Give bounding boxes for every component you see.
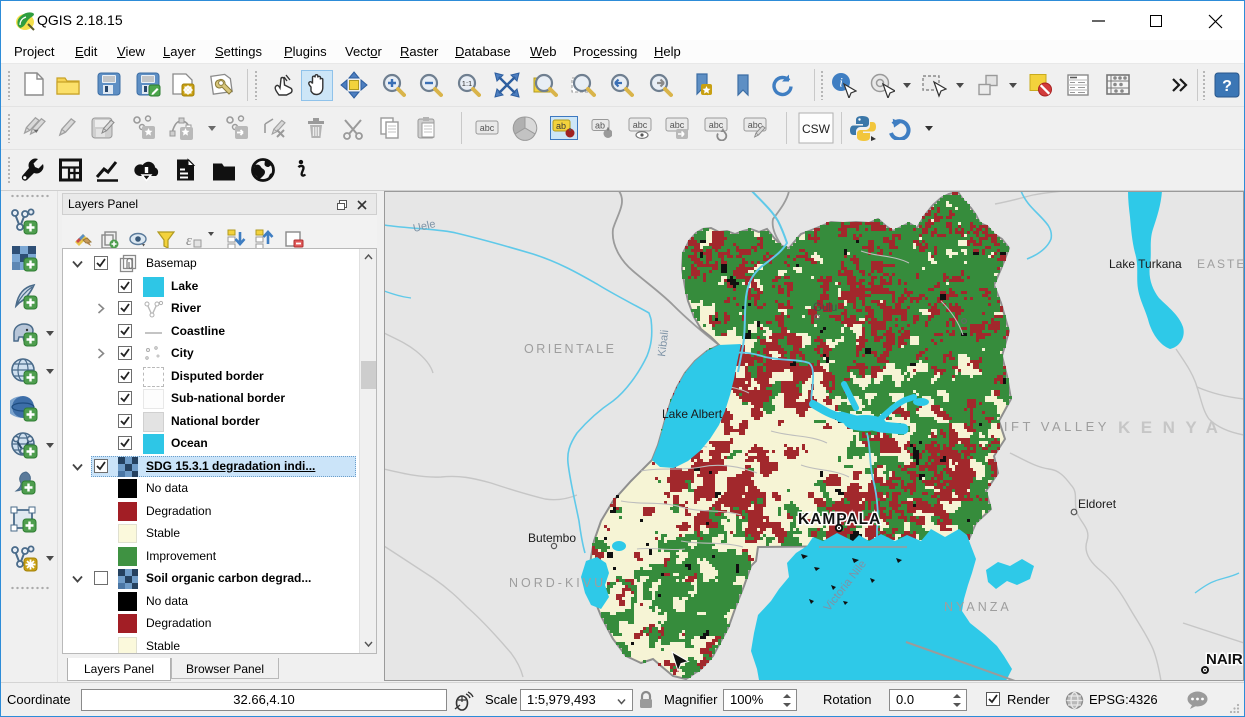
- svg-text:abc: abc: [670, 120, 685, 130]
- svg-text:Eldoret: Eldoret: [1078, 497, 1117, 511]
- svg-text:Lake Turkana: Lake Turkana: [1109, 257, 1182, 271]
- svg-text:ab: ab: [595, 121, 605, 131]
- svg-text:abc: abc: [709, 120, 724, 130]
- svg-text:NYANZA: NYANZA: [944, 600, 1012, 614]
- svg-text:?: ?: [1222, 78, 1232, 95]
- svg-text:KENYA: KENYA: [1118, 418, 1228, 437]
- svg-text:ε: ε: [186, 233, 192, 248]
- svg-text:1:1: 1:1: [462, 79, 472, 88]
- svg-text:RIFT VALLEY: RIFT VALLEY: [991, 419, 1110, 434]
- svg-text:NORD-KIVU: NORD-KIVU: [509, 576, 606, 590]
- svg-text:ab: ab: [556, 121, 566, 131]
- svg-text:Gulu: Gulu: [813, 302, 837, 314]
- svg-text:abc: abc: [480, 123, 495, 133]
- svg-text:CSW: CSW: [802, 122, 831, 136]
- svg-text:EASTERN: EASTERN: [1197, 257, 1244, 271]
- svg-text:NAIROBI: NAIROBI: [1206, 651, 1244, 668]
- svg-text:abc: abc: [633, 120, 648, 130]
- svg-text:i: i: [839, 75, 843, 90]
- svg-text:ORIENTALE: ORIENTALE: [524, 342, 616, 356]
- svg-text:Lake Albert: Lake Albert: [662, 407, 723, 421]
- svg-text:Butembo: Butembo: [528, 531, 576, 545]
